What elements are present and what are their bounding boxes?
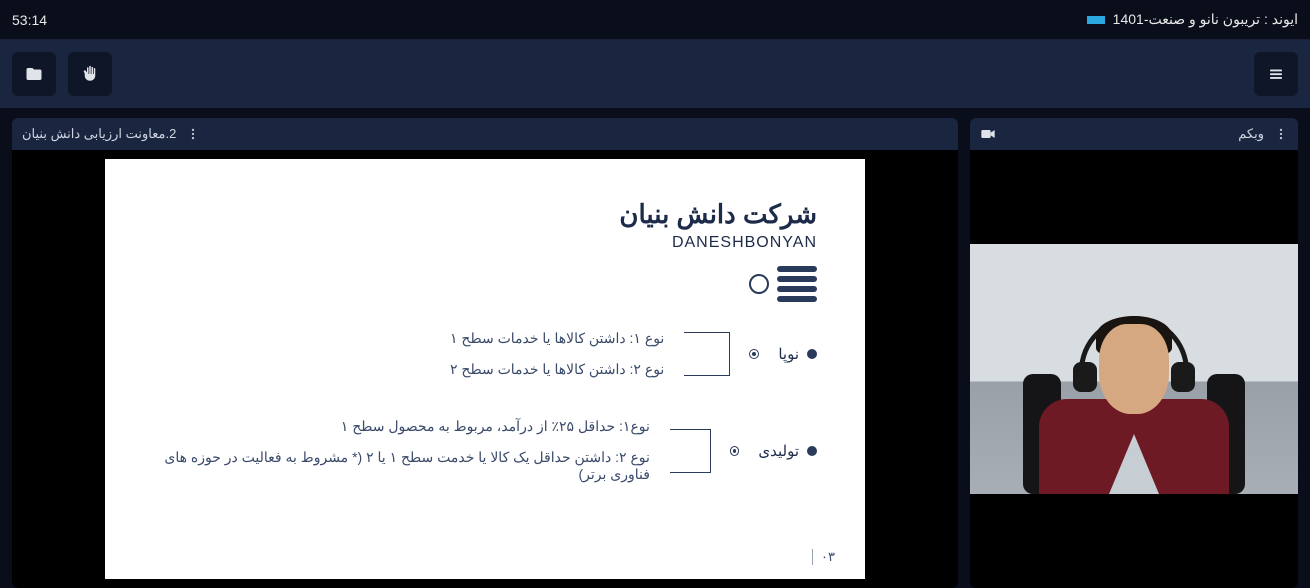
menu-button[interactable]	[1254, 52, 1298, 96]
dot-icon	[807, 349, 817, 359]
bracket-icon	[684, 332, 730, 376]
hand-icon	[81, 65, 99, 83]
dot-sm-icon	[731, 447, 739, 455]
dot-sm-icon	[750, 350, 758, 358]
event-title: ایوند : تریبون نانو و صنعت-1401	[1087, 11, 1298, 28]
dot-icon	[807, 446, 817, 456]
menu-icon	[1267, 65, 1285, 83]
slide-title: شرکت دانش بنیان	[153, 199, 817, 230]
group-nopa-lines: نوع ۱: داشتن کالاها یا خدمات سطح ۱ نوع ۲…	[450, 330, 664, 378]
more-icon[interactable]	[1274, 127, 1288, 141]
presentation-panel-header: 2.معاونت ارزیابی دانش بنیان	[12, 118, 958, 150]
slide-page-number: ۰۳	[812, 549, 835, 565]
presentation-panel-title: 2.معاونت ارزیابی دانش بنیان	[22, 126, 176, 142]
bracket-icon	[670, 429, 711, 473]
webcam-panel-header: وبکم	[970, 118, 1298, 150]
camera-icon[interactable]	[980, 128, 996, 140]
slide-decor	[153, 266, 817, 302]
top-bar: 53:14 ایوند : تریبون نانو و صنعت-1401	[0, 0, 1310, 40]
webcam-video	[970, 244, 1298, 494]
recording-timer: 53:14	[12, 12, 47, 28]
webcam-panel: وبکم	[970, 118, 1298, 588]
webcam-panel-title: وبکم	[1238, 126, 1264, 142]
group-tolidi-label: تولیدی	[758, 442, 817, 460]
line-text: نوع۱: حداقل ۲۵٪ از درآمد، مربوط به محصول…	[153, 418, 650, 435]
event-title-text: ایوند : تریبون نانو و صنعت-1401	[1113, 11, 1298, 28]
group-tolidi-lines: نوع۱: حداقل ۲۵٪ از درآمد، مربوط به محصول…	[153, 418, 650, 483]
more-icon[interactable]	[186, 127, 200, 141]
line-text: نوع ۲: داشتن حداقل یک کالا یا خدمت سطح ۱…	[153, 449, 650, 483]
toolbar	[0, 40, 1310, 108]
line-text: نوع ۱: داشتن کالاها یا خدمات سطح ۱	[450, 330, 664, 347]
group-tolidi: تولیدی نوع۱: حداقل ۲۵٪ از درآمد، مربوط ب…	[153, 418, 817, 483]
slide-subtitle: DANESHBONYAN	[153, 234, 817, 252]
group-tolidi-label-text: تولیدی	[758, 442, 799, 460]
raise-hand-button[interactable]	[68, 52, 112, 96]
folder-icon	[25, 65, 43, 83]
group-nopa: نوپا نوع ۱: داشتن کالاها یا خدمات سطح ۱ …	[153, 330, 817, 378]
folder-button[interactable]	[12, 52, 56, 96]
webcam-body	[970, 150, 1298, 588]
line-text: نوع ۲: داشتن کالاها یا خدمات سطح ۲	[450, 361, 664, 378]
presentation-panel: 2.معاونت ارزیابی دانش بنیان شرکت دانش بن…	[12, 118, 958, 588]
group-nopa-label: نوپا	[778, 345, 817, 363]
slide: شرکت دانش بنیان DANESHBONYAN نوپا	[105, 159, 865, 579]
presentation-body: شرکت دانش بنیان DANESHBONYAN نوپا	[12, 150, 958, 588]
group-nopa-label-text: نوپا	[778, 345, 799, 363]
content-area: 2.معاونت ارزیابی دانش بنیان شرکت دانش بن…	[0, 108, 1310, 588]
brand-bar-icon	[1087, 16, 1105, 24]
